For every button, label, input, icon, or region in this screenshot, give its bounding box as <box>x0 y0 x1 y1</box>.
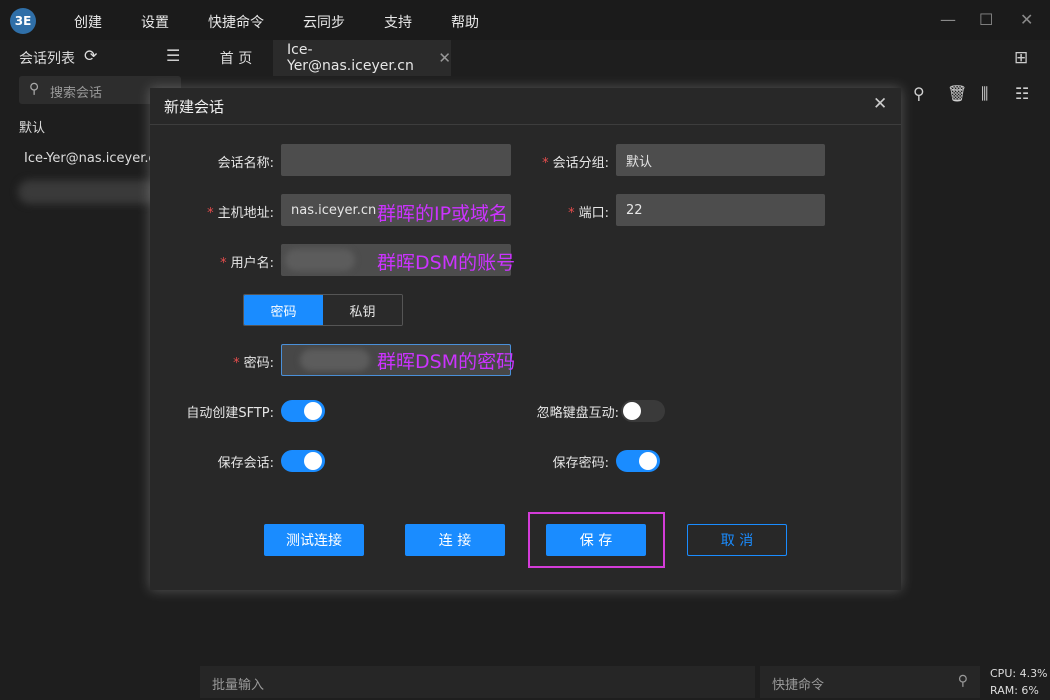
blurred-password <box>300 349 370 371</box>
cancel-button[interactable]: 取 消 <box>687 524 787 556</box>
search-icon[interactable]: ⚲ <box>913 84 925 103</box>
toggle-knob <box>639 452 657 470</box>
blurred-username <box>285 249 355 271</box>
search-placeholder: 搜索会话 <box>50 86 103 101</box>
port-input[interactable]: 22 <box>616 194 825 226</box>
tab-home-label: 首 页 <box>219 51 253 67</box>
username-annotation: 群晖DSM的账号 <box>377 252 516 274</box>
session-name-input[interactable] <box>281 144 511 176</box>
connect-button[interactable]: 连 接 <box>405 524 505 556</box>
batch-input[interactable]: 批量输入 <box>200 666 755 698</box>
password-label: * 密码: <box>233 356 274 371</box>
collapse-sidebar-icon[interactable]: ☰ <box>166 46 180 65</box>
maximize-button[interactable]: ☐ <box>979 10 993 29</box>
auth-password-option[interactable]: 密码 <box>244 295 323 325</box>
save-password-toggle[interactable] <box>616 450 660 472</box>
ram-usage: RAM: 6% <box>990 684 1039 697</box>
test-connection-button[interactable]: 测试连接 <box>264 524 364 556</box>
toggle-knob <box>304 402 322 420</box>
save-password-label: 保存密码: <box>552 456 609 471</box>
auto-sftp-label: 自动创建SFTP: <box>186 406 274 421</box>
save-highlight-box <box>528 512 665 568</box>
resource-usage: CPU: 4.3% RAM: 6% <box>990 665 1048 699</box>
menu-quick-commands[interactable]: 快捷命令 <box>208 12 264 32</box>
search-icon[interactable]: ⚲ <box>958 673 968 689</box>
menu-help[interactable]: 帮助 <box>451 12 479 32</box>
close-icon[interactable]: ✕ <box>438 49 451 67</box>
auth-method-switch: 密码 私钥 <box>243 294 403 326</box>
toggle-knob <box>304 452 322 470</box>
minimize-button[interactable]: — <box>940 10 956 29</box>
auth-key-option[interactable]: 私钥 <box>323 295 402 325</box>
username-label: * 用户名: <box>220 256 274 271</box>
ignore-keyboard-toggle[interactable] <box>621 400 665 422</box>
save-session-label: 保存会话: <box>217 456 274 471</box>
host-label: * 主机地址: <box>207 206 274 221</box>
dialog-divider <box>150 124 901 125</box>
app-logo-icon: 3E <box>10 8 36 34</box>
tab-session[interactable]: Ice-Yer@nas.iceyer.cn ✕ <box>273 40 451 76</box>
session-item[interactable]: Ice-Yer@nas.iceyer.cn <box>24 151 164 166</box>
split-vertical-icon[interactable]: ⫼ <box>981 84 988 104</box>
dialog-title: 新建会话 <box>164 98 225 116</box>
menu-create[interactable]: 创建 <box>74 12 102 32</box>
session-name-label: 会话名称: <box>217 156 274 171</box>
host-annotation: 群晖的IP或域名 <box>377 203 509 225</box>
layout-grid-icon[interactable]: ⊞ <box>1014 48 1028 68</box>
window-close-button[interactable]: ✕ <box>1020 10 1033 29</box>
split-horizontal-icon[interactable]: ☷ <box>1015 84 1029 103</box>
blurred-session <box>18 180 158 204</box>
menu-settings[interactable]: 设置 <box>141 12 169 32</box>
close-icon[interactable]: ✕ <box>873 94 887 114</box>
menu-support[interactable]: 支持 <box>384 12 412 32</box>
auto-sftp-toggle[interactable] <box>281 400 325 422</box>
cpu-usage: CPU: 4.3% <box>990 667 1048 680</box>
batch-input-placeholder: 批量输入 <box>212 678 265 693</box>
save-session-toggle[interactable] <box>281 450 325 472</box>
quick-command-placeholder: 快捷命令 <box>772 678 825 693</box>
tab-session-label: Ice-Yer@nas.iceyer.cn <box>287 42 414 74</box>
quick-command-input[interactable]: 快捷命令 ⚲ <box>760 666 980 698</box>
session-group-select[interactable]: 默认 <box>616 144 825 176</box>
trash-icon[interactable]: 🗑 <box>947 84 967 103</box>
tab-home[interactable]: 首 页 <box>200 40 272 76</box>
port-label: * 端口: <box>568 206 609 221</box>
ignore-keyboard-label: 忽略键盘互动: <box>536 406 619 421</box>
session-list-title: 会话列表 <box>19 51 75 67</box>
search-icon: ⚲ <box>29 81 40 97</box>
refresh-icon[interactable]: ⟳ <box>84 46 97 65</box>
toggle-knob <box>623 402 641 420</box>
session-group-default[interactable]: 默认 <box>19 117 45 136</box>
session-group-label: * 会话分组: <box>542 156 609 171</box>
password-annotation: 群晖DSM的密码 <box>377 351 516 373</box>
menu-cloud-sync[interactable]: 云同步 <box>303 12 345 32</box>
